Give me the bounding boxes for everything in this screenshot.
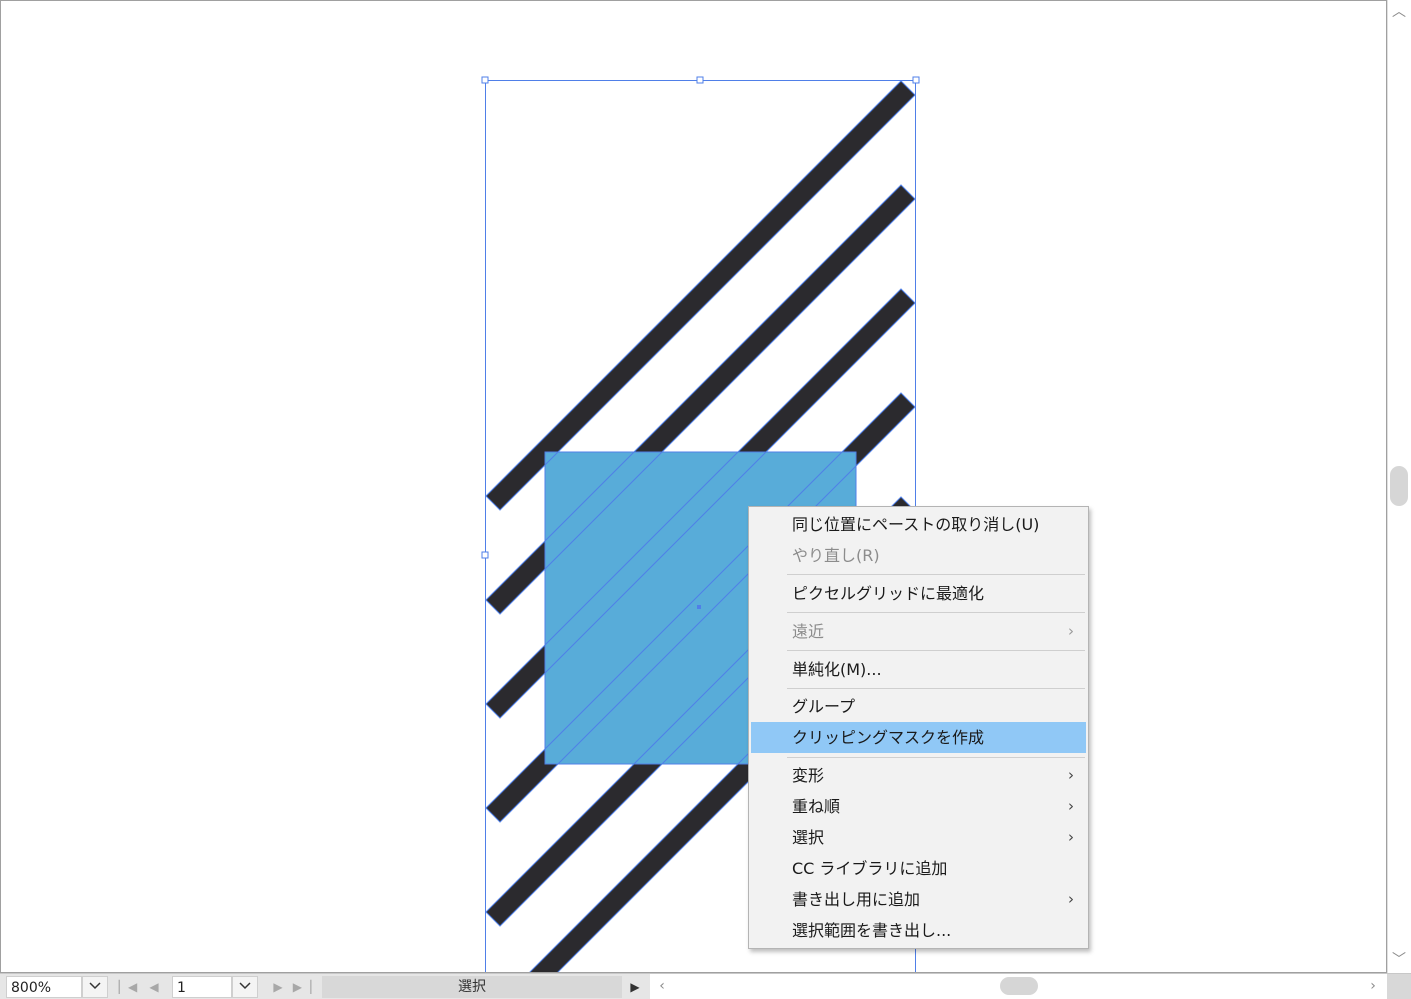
vertical-scroll-thumb[interactable]	[1390, 466, 1408, 506]
play-triangle-icon[interactable]: ▶	[624, 976, 646, 998]
menu-item-label: 選択	[792, 828, 825, 847]
scrollbar-corner	[1387, 974, 1411, 999]
zoom-dropdown-button[interactable]	[82, 976, 108, 998]
handle-top-right[interactable]	[912, 76, 920, 84]
chevron-right-icon: ›	[1068, 622, 1074, 640]
chevron-right-icon: ›	[1068, 890, 1074, 908]
menu-separator	[787, 612, 1085, 613]
menu-item-simplify[interactable]: 単純化(M)...	[751, 654, 1086, 685]
handle-top-left[interactable]	[481, 76, 489, 84]
menu-item-label: CC ライブラリに追加	[792, 859, 948, 878]
menu-item-label: 選択範囲を書き出し...	[792, 921, 952, 940]
horizontal-scroll-thumb[interactable]	[1000, 977, 1038, 995]
menu-item-label: やり直し(R)	[792, 546, 880, 565]
artboard-number-field[interactable]: 1	[172, 976, 232, 998]
menu-item-transform[interactable]: 変形 ›	[751, 760, 1086, 791]
vertical-scrollbar[interactable]: ︿ ﹀	[1387, 0, 1411, 973]
previous-artboard-icon[interactable]: ◀	[144, 977, 164, 997]
menu-item-undo-paste-in-place[interactable]: 同じ位置にペーストの取り消し(U)	[751, 509, 1086, 540]
menu-item-label: 重ね順	[792, 797, 841, 816]
current-tool-status: 選択	[322, 976, 622, 998]
scroll-left-icon[interactable]: ‹	[652, 976, 672, 996]
menu-item-label: グループ	[792, 697, 856, 716]
menu-item-label: ピクセルグリッドに最適化	[792, 584, 985, 603]
menu-item-collect-for-export[interactable]: 書き出し用に追加 ›	[751, 884, 1086, 915]
handle-middle-left[interactable]	[481, 551, 489, 559]
document-canvas[interactable]	[0, 0, 1387, 973]
menu-item-redo: やり直し(R)	[751, 540, 1086, 571]
menu-item-label: 書き出し用に追加	[792, 890, 921, 909]
menu-item-label: 遠近	[792, 622, 825, 641]
menu-item-label: 単純化(M)...	[792, 660, 882, 679]
menu-item-group[interactable]: グループ	[751, 691, 1086, 722]
menu-item-export-selection[interactable]: 選択範囲を書き出し...	[751, 915, 1086, 946]
chevron-down-icon	[89, 982, 101, 990]
status-bar: 800% ▏◀ ◀ 1 ▶ ▶▕ 選択 ▶ ‹ ›	[0, 973, 1411, 999]
scroll-right-icon[interactable]: ›	[1363, 976, 1383, 996]
menu-item-arrange[interactable]: 重ね順 ›	[751, 791, 1086, 822]
menu-item-pixel-grid[interactable]: ピクセルグリッドに最適化	[751, 578, 1086, 609]
next-artboard-icon[interactable]: ▶	[268, 977, 288, 997]
artwork[interactable]	[1, 1, 1387, 973]
menu-item-perspective: 遠近 ›	[751, 616, 1086, 647]
first-artboard-icon[interactable]: ▏◀	[118, 977, 138, 997]
menu-item-select[interactable]: 選択 ›	[751, 822, 1086, 853]
menu-separator	[787, 757, 1085, 758]
last-artboard-icon[interactable]: ▶▕	[292, 977, 312, 997]
chevron-right-icon: ›	[1068, 766, 1074, 784]
menu-item-add-to-cc-library[interactable]: CC ライブラリに追加	[751, 853, 1086, 884]
menu-item-label: 変形	[792, 766, 825, 785]
chevron-down-icon	[239, 982, 251, 990]
artboard-dropdown-button[interactable]	[232, 976, 258, 998]
chevron-right-icon: ›	[1068, 828, 1074, 846]
menu-separator	[787, 688, 1085, 689]
menu-item-label: クリッピングマスクを作成	[792, 728, 985, 747]
scroll-up-icon[interactable]: ︿	[1389, 2, 1409, 22]
menu-separator	[787, 650, 1085, 651]
context-menu: 同じ位置にペーストの取り消し(U) やり直し(R) ピクセルグリッドに最適化 遠…	[748, 506, 1089, 949]
handle-top-center[interactable]	[696, 76, 704, 84]
center-point	[697, 605, 701, 609]
horizontal-scrollbar[interactable]: ‹ ›	[650, 974, 1387, 999]
scroll-down-icon[interactable]: ﹀	[1389, 950, 1409, 970]
chevron-right-icon: ›	[1068, 797, 1074, 815]
menu-separator	[787, 574, 1085, 575]
menu-item-make-clipping-mask[interactable]: クリッピングマスクを作成	[751, 722, 1086, 753]
zoom-level-field[interactable]: 800%	[6, 976, 82, 998]
menu-item-label: 同じ位置にペーストの取り消し(U)	[792, 515, 1040, 534]
